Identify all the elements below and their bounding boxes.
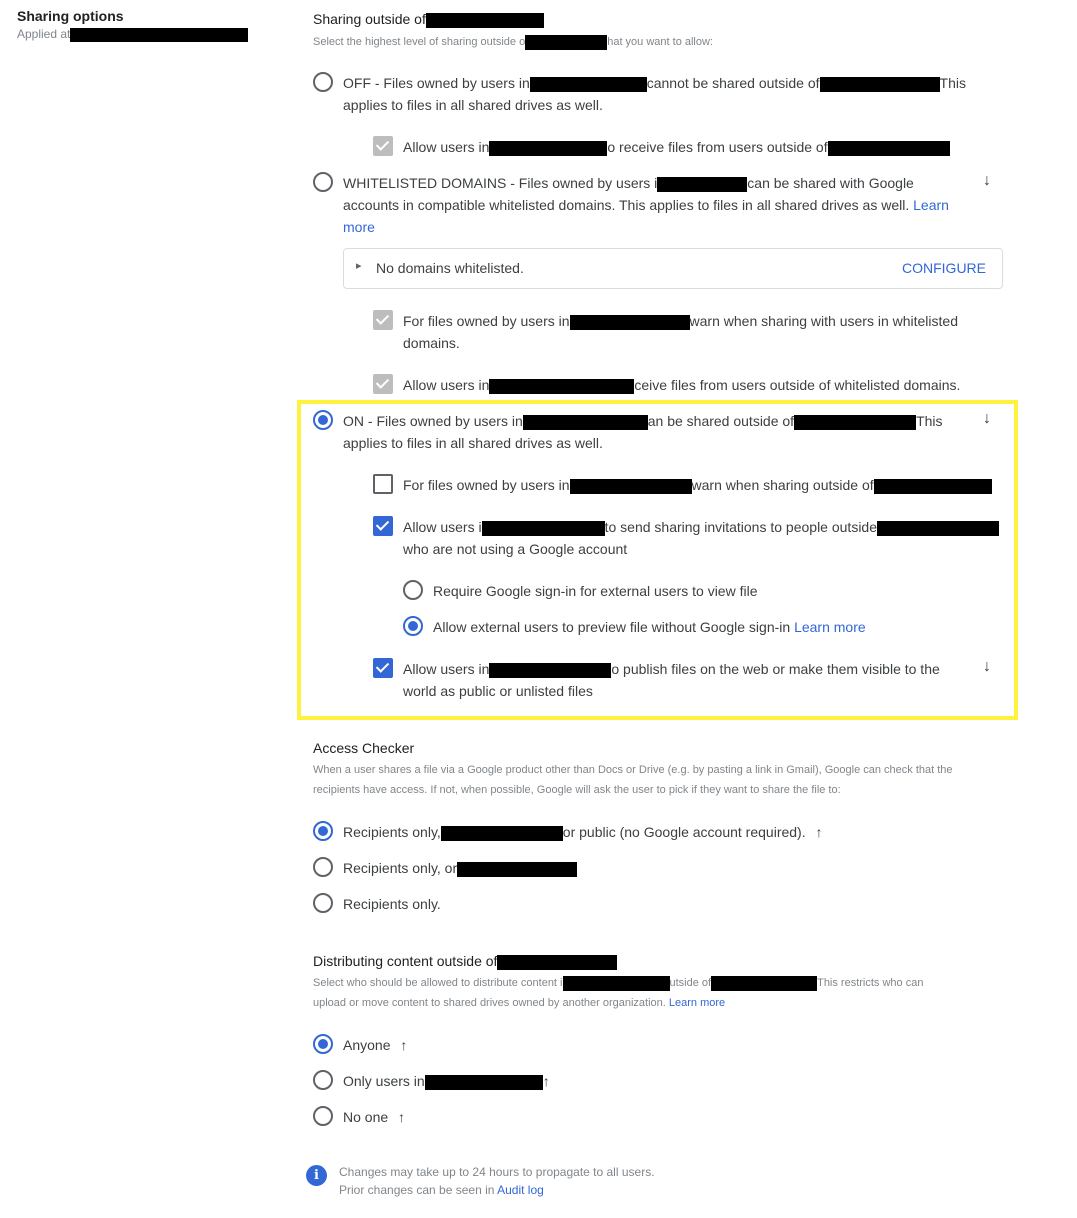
applied-at-label: Applied at (17, 27, 71, 41)
distributing-desc: Select who should be allowed to distribu… (313, 975, 924, 1009)
info-icon: i (306, 1165, 327, 1186)
on-warn-label: For files owned by users in warn when sha… (403, 474, 992, 496)
access-checker-title: Access Checker (313, 740, 415, 756)
distribute-only-users-radio[interactable] (313, 1070, 333, 1090)
redacted-org (489, 662, 612, 678)
redacted-org (657, 176, 748, 192)
distribute-anyone-radio[interactable] (313, 1034, 333, 1054)
require-signin-label: Require Google sign-in for external user… (433, 583, 758, 599)
redacted-org (525, 34, 608, 50)
distributing-learn-more-link[interactable]: Learn more (669, 997, 725, 1009)
section-header: Sharing options Applied at (17, 8, 249, 42)
redacted-org (711, 975, 818, 991)
arrow-up-icon: ↑ (542, 1073, 550, 1089)
redacted-org (877, 520, 999, 536)
applied-at: Applied at (17, 27, 249, 42)
require-signin-radio[interactable] (403, 580, 423, 600)
allow-preview-label: Allow external users to preview file wit… (433, 619, 866, 635)
on-warn-checkbox[interactable] (373, 474, 393, 494)
allow-preview-radio[interactable] (403, 616, 423, 636)
redacted-org (424, 1074, 543, 1090)
arrow-up-icon: ↑ (815, 824, 823, 840)
on-publish-label: Allow users in o publish files on the web… (403, 661, 940, 699)
access-domain-label: Recipients only, or (343, 857, 578, 879)
sharing-off-radio[interactable] (313, 72, 333, 92)
redacted-org (794, 414, 917, 430)
access-checker-desc: When a user shares a file via a Google p… (313, 764, 953, 796)
on-invite-checkbox[interactable] (373, 516, 393, 536)
access-public-radio[interactable] (313, 821, 333, 841)
redacted-org (481, 520, 605, 536)
sharing-outside-desc: Select the highest level of sharing outs… (313, 34, 713, 50)
audit-log-link[interactable]: Audit log (497, 1183, 544, 1197)
distributing-title: Distributing content outside of (313, 950, 618, 972)
arrow-up-icon: ↑ (400, 1037, 408, 1053)
sharing-outside-title: Sharing outside of (313, 8, 544, 30)
whitelisted-warn-label: For files owned by users in warn when sha… (403, 313, 958, 351)
whitelisted-receive-label: Allow users in ceive files from users out… (403, 377, 961, 394)
access-recipients-radio[interactable] (313, 893, 333, 913)
sharing-on-radio[interactable] (313, 410, 333, 430)
distribute-no-one-radio[interactable] (313, 1106, 333, 1126)
redacted-org (529, 76, 647, 92)
redacted-org (827, 140, 950, 156)
redacted-org (425, 12, 544, 28)
arrow-down-icon: ↓ (983, 410, 991, 427)
off-receive-checkbox[interactable] (373, 136, 393, 156)
access-public-label: Recipients only, or public (no Google acc… (343, 824, 823, 841)
no-domains-text: No domains whitelisted. (376, 260, 524, 276)
access-domain-radio[interactable] (313, 857, 333, 877)
distribute-only-users-label: Only users in ↑ (343, 1073, 550, 1090)
redacted-org (569, 478, 692, 494)
access-recipients-label: Recipients only. (343, 896, 441, 912)
arrow-down-icon: ↓ (983, 658, 991, 675)
sharing-whitelisted-radio[interactable] (313, 172, 333, 192)
configure-button[interactable]: CONFIGURE (902, 260, 986, 276)
redacted-org (873, 478, 992, 494)
redacted-org (497, 954, 618, 970)
off-receive-label: Allow users in o receive files from users… (403, 136, 950, 158)
section-title: Sharing options (17, 8, 124, 24)
preview-learn-more-link[interactable]: Learn more (794, 619, 866, 635)
redacted-org (489, 378, 635, 394)
redacted-org (70, 27, 249, 42)
sharing-whitelisted-label: WHITELISTED DOMAINS - Files owned by use… (343, 175, 949, 235)
whitelisted-receive-checkbox[interactable] (373, 374, 393, 394)
footer-note: Changes may take up to 24 hours to propa… (339, 1165, 655, 1197)
redacted-org (522, 414, 648, 430)
redacted-org (457, 861, 578, 877)
arrow-down-icon: ↓ (983, 172, 991, 189)
redacted-org (489, 140, 608, 156)
expand-icon[interactable]: ▸ (356, 259, 362, 272)
redacted-org (569, 314, 690, 330)
arrow-up-icon: ↑ (398, 1109, 406, 1125)
on-invite-label: Allow users i to send sharing invitations… (403, 516, 1008, 560)
redacted-org (562, 975, 670, 991)
distribute-no-one-label: No one ↑ (343, 1109, 406, 1125)
sharing-off-label: OFF - Files owned by users in cannot be s… (343, 75, 966, 113)
whitelisted-domains-panel: ▸ No domains whitelisted. CONFIGURE (343, 248, 1003, 289)
whitelisted-warn-checkbox[interactable] (373, 310, 393, 330)
distribute-anyone-label: Anyone ↑ (343, 1037, 408, 1053)
sharing-on-label: ON - Files owned by users in an be shared… (343, 413, 943, 451)
redacted-org (440, 825, 563, 841)
on-publish-checkbox[interactable] (373, 658, 393, 678)
redacted-org (819, 76, 940, 92)
